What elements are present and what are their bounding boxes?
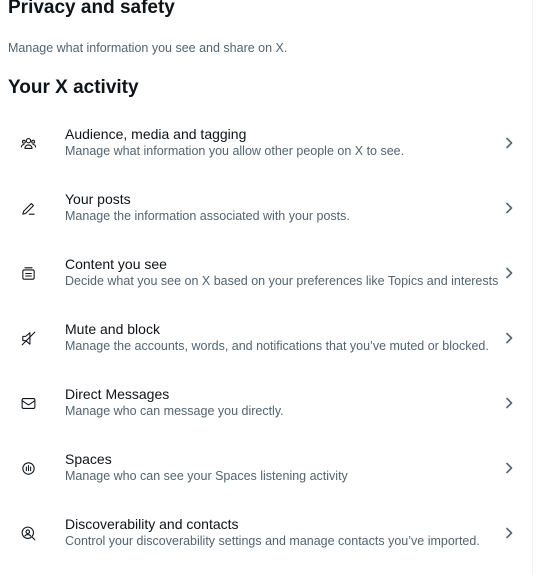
settings-item-title: Your posts	[65, 191, 131, 207]
settings-item-title: Spaces	[65, 451, 112, 467]
settings-item-title: Content you see	[65, 256, 167, 272]
settings-list: Audience, media and tagging Manage what …	[0, 110, 532, 565]
spaces-icon	[19, 459, 37, 477]
column-divider	[532, 0, 533, 575]
settings-item-mute-block[interactable]: Mute and block Manage the accounts, word…	[0, 305, 532, 370]
settings-item-audience[interactable]: Audience, media and tagging Manage what …	[0, 110, 532, 175]
section-heading: Your X activity	[8, 77, 139, 98]
settings-item-description: Control your discoverability settings an…	[65, 534, 480, 548]
settings-item-description: Manage the information associated with y…	[65, 209, 350, 223]
settings-item-title: Audience, media and tagging	[65, 126, 247, 142]
settings-item-direct-messages[interactable]: Direct Messages Manage who can message y…	[0, 370, 532, 435]
discover-icon	[19, 524, 37, 542]
chevron-right-icon	[502, 396, 516, 410]
content-icon	[19, 264, 37, 282]
pencil-icon	[19, 199, 37, 217]
settings-item-spaces[interactable]: Spaces Manage who can see your Spaces li…	[0, 435, 532, 500]
settings-item-description: Manage the accounts, words, and notifica…	[65, 339, 489, 353]
page-title: Privacy and safety	[8, 0, 175, 18]
settings-item-description: Manage what information you allow other …	[65, 144, 405, 158]
settings-item-discoverability[interactable]: Discoverability and contacts Control you…	[0, 500, 532, 565]
settings-item-title: Discoverability and contacts	[65, 516, 239, 532]
chevron-right-icon	[502, 136, 516, 150]
chevron-right-icon	[502, 461, 516, 475]
page-subtitle: Manage what information you see and shar…	[8, 41, 288, 55]
settings-item-description: Manage who can see your Spaces listening…	[65, 469, 348, 483]
settings-item-title: Direct Messages	[65, 386, 170, 402]
chevron-right-icon	[502, 331, 516, 345]
privacy-safety-page: Privacy and safety Manage what informati…	[0, 0, 549, 575]
people-icon	[19, 134, 37, 152]
settings-item-description: Manage who can message you directly.	[65, 404, 284, 418]
envelope-icon	[19, 394, 37, 412]
settings-item-description: Decide what you see on X based on your p…	[65, 274, 499, 288]
chevron-right-icon	[502, 266, 516, 280]
settings-item-title: Mute and block	[65, 321, 160, 337]
chevron-right-icon	[502, 201, 516, 215]
mute-icon	[19, 329, 37, 347]
chevron-right-icon	[502, 526, 516, 540]
settings-item-content-you-see[interactable]: Content you see Decide what you see on X…	[0, 240, 532, 305]
settings-item-your-posts[interactable]: Your posts Manage the information associ…	[0, 175, 532, 240]
